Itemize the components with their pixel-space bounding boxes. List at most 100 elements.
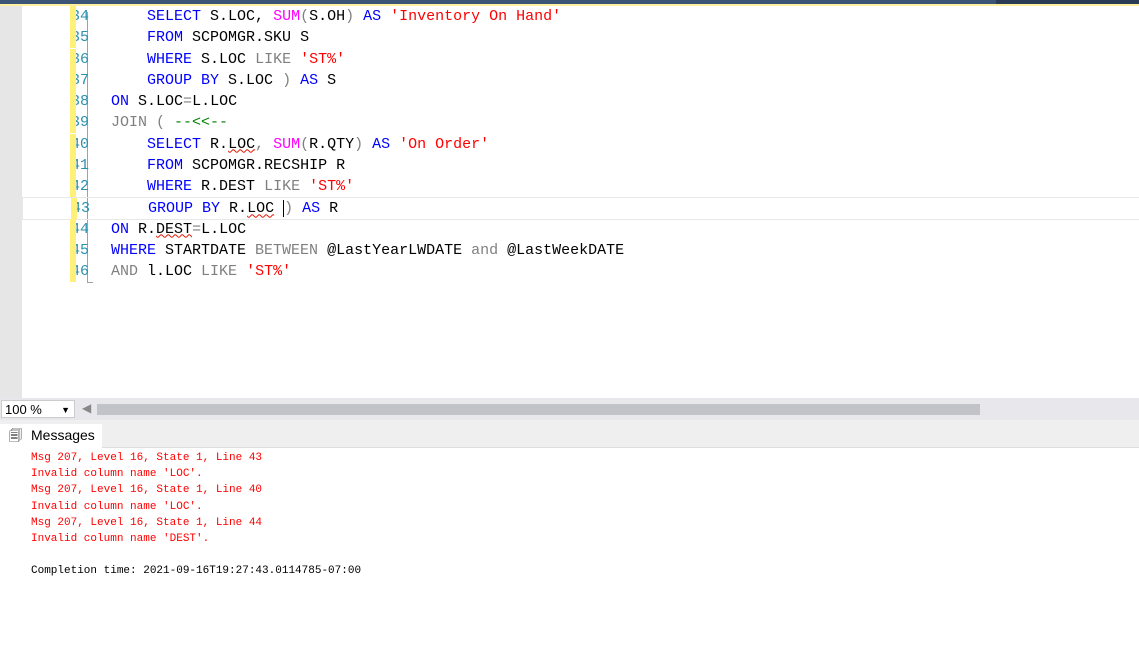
code-token: AND [111,263,148,280]
line-number: 35 [70,29,89,47]
code-token: R.QTY [309,135,355,153]
tab-label: Messages [31,427,95,443]
code-line[interactable]: 46 AND l.LOC LIKE 'ST%' [22,261,1139,282]
error-message: Invalid column name 'LOC'. [31,468,203,481]
code-token: STARTDATE [165,241,256,259]
scroll-left-icon[interactable]: ◀ [82,401,91,415]
code-token: FROM [147,156,193,174]
editor-status-bar: 100 % ▼ ◀ [0,398,1139,420]
code-line[interactable]: 42 WHERE R.DEST LIKE 'ST%' [22,176,1139,197]
error-squiggle-token: DEST [156,220,193,238]
info-message: Completion time: 2021-09-16T19:27:43.011… [31,565,362,578]
code-line[interactable]: 39 JOIN ( --<<-- [22,112,1139,134]
code-token: R [329,200,339,218]
line-number: 43 [71,200,90,218]
code-token: ) [345,8,364,25]
code-token: S.OH [309,8,346,25]
code-token: AS [372,135,400,153]
code-token: AS [302,200,330,218]
change-marker [70,6,76,27]
code-token: = [192,220,202,238]
code-token: GROUP BY [148,200,230,218]
code-line[interactable]: 35 FROM SCPOMGR.SKU S [22,27,1139,49]
code-token: ON [111,220,139,238]
query-editor[interactable]: 34 SELECT S.LOC, SUM(S.OH) AS 'Inventory… [22,6,1139,398]
messages-pane: Msg 207, Level 16, State 1, Line 43 Inval… [31,450,361,579]
error-message: Msg 207, Level 16, State 1, Line 43 [31,452,263,464]
code-token: SUM [273,135,301,153]
outline-guide-end [87,282,93,283]
line-number: 46 [70,263,89,280]
line-number: 37 [70,71,89,89]
change-marker [70,239,76,261]
change-marker [70,154,76,176]
line-number: 38 [70,93,89,110]
code-token: ( [300,8,310,25]
code-token: LIKE [255,50,301,68]
code-token: @LastWeekDATE [507,241,625,259]
code-token: --<<-- [174,114,229,132]
horizontal-scrollbar[interactable] [97,404,980,415]
code-token: 'ST%' [246,263,292,280]
code-line[interactable]: 44 ON R.DEST=L.LOC [22,218,1139,240]
zoom-select[interactable]: 100 % ▼ [1,400,75,418]
code-token: l.LOC [147,263,202,280]
tab-messages[interactable]: 🗐 Messages [0,424,102,448]
code-text: WHERE STARTDATE BETWEEN @LastYearLWDATE … [93,240,624,261]
code-token: and [471,241,508,259]
code-token: LIKE [264,178,310,195]
change-marker [70,48,76,70]
code-token: WHERE [147,178,202,195]
code-text: SELECT S.LOC, SUM(S.OH) AS 'Inventory On… [93,6,561,27]
change-marker [70,218,76,240]
code-text: FROM SCPOMGR.RECSHIP R [93,155,345,176]
line-number: 44 [70,220,89,238]
code-token: 'On Order' [399,135,490,153]
error-message: Invalid column name 'DEST'. [31,533,210,546]
zoom-value: 100 % [5,402,42,417]
info-message [31,547,361,563]
code-token: SELECT [147,8,211,25]
code-token: S [327,71,337,89]
change-marker [70,133,76,155]
code-line[interactable]: 37 GROUP BY S.LOC ) AS S [22,69,1139,91]
line-number: 34 [70,8,89,25]
code-line[interactable]: 34 SELECT S.LOC, SUM(S.OH) AS 'Inventory… [22,6,1139,27]
code-line[interactable]: 41 FROM SCPOMGR.RECSHIP R [22,154,1139,176]
code-token: ) [284,200,303,218]
change-marker [70,112,76,134]
code-token: S.LOC, [210,8,274,25]
code-token: ( [300,135,310,153]
code-token: R. [229,200,248,218]
code-token: , [255,135,274,153]
code-text: WHERE R.DEST LIKE 'ST%' [93,176,354,197]
code-line[interactable]: 38 ON S.LOC=L.LOC [22,91,1139,112]
line-number: 39 [70,114,89,132]
code-text: FROM SCPOMGR.SKU S [93,27,309,48]
code-line[interactable]: 36 WHERE S.LOC LIKE 'ST%' [22,48,1139,70]
code-text: SELECT R.LOC, SUM(R.QTY) AS 'On Order' [93,134,489,155]
code-token: BETWEEN [255,241,328,259]
code-token: 'ST%' [300,50,346,68]
code-line[interactable]: 43 GROUP BY R.LOC ) AS R [22,197,1139,221]
code-token: WHERE [111,241,166,259]
code-text: GROUP BY S.LOC ) AS S [93,70,336,91]
error-message: Invalid column name 'LOC'. [31,500,203,513]
code-token: SELECT [147,135,211,153]
code-token: SUM [273,8,301,25]
code-token: @LastYearLWDATE [327,241,472,259]
code-token: ON [111,93,139,110]
messages-icon: 🗐 [9,428,22,443]
code-text: AND l.LOC LIKE 'ST%' [93,261,291,282]
code-line[interactable]: 45 WHERE STARTDATE BETWEEN @LastYearLWDA… [22,239,1139,261]
line-number: 40 [70,135,89,153]
code-token: LIKE [201,263,247,280]
line-number: 36 [70,50,89,68]
error-message: Msg 207, Level 16, State 1, Line 44 [31,516,263,529]
code-token: AS [300,71,328,89]
code-line[interactable]: 40 SELECT R.LOC, SUM(R.QTY) AS 'On Order… [22,133,1139,155]
